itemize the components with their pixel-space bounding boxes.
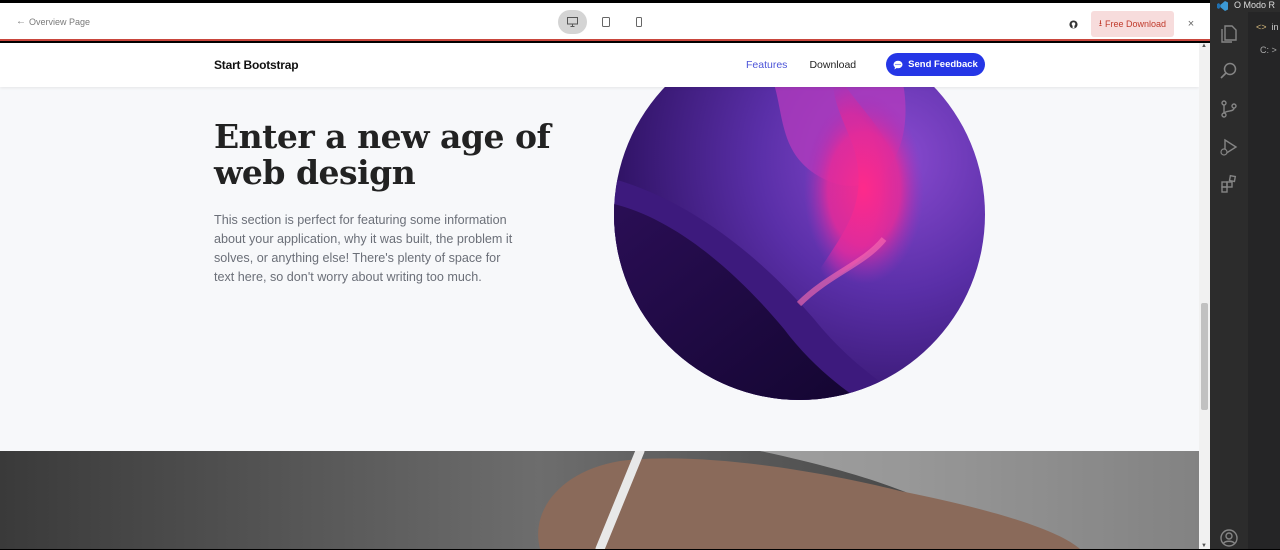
source-control-icon [1221, 100, 1237, 118]
photo-section [0, 451, 1199, 549]
website-preview: Start Bootstrap Features Download Send F… [0, 43, 1199, 549]
download-icon: ⭳ [1098, 18, 1102, 28]
site-brand[interactable]: Start Bootstrap [214, 58, 299, 72]
send-feedback-button[interactable]: Send Feedback [886, 53, 985, 76]
github-button[interactable] [1067, 17, 1081, 31]
extensions-button[interactable] [1217, 172, 1241, 196]
github-icon [1069, 19, 1078, 29]
vscode-title: O Modo R [1234, 0, 1276, 10]
editor-tab[interactable]: <> in [1256, 22, 1279, 32]
overview-page-link[interactable]: ← Overview Page [16, 16, 90, 27]
close-preview-button[interactable]: × [1184, 18, 1198, 30]
accounts-button[interactable] [1217, 526, 1241, 550]
account-icon [1220, 529, 1238, 547]
vscode-editor-panel [1248, 12, 1280, 549]
free-download-label: Free Download [1104, 19, 1166, 29]
arrow-left-icon: ← [16, 16, 26, 27]
search-button[interactable] [1217, 59, 1241, 83]
vscode-activity-bar [1210, 12, 1248, 549]
files-icon [1221, 25, 1237, 43]
preview-scrollbar[interactable]: ▲ ▼ [1199, 43, 1210, 549]
run-debug-icon [1220, 138, 1238, 156]
preview-toolbar: ← Overview Page ⭳ Free Download × [0, 3, 1210, 41]
extensions-icon [1221, 174, 1237, 193]
editor-tab-label: in [1271, 22, 1279, 32]
hero-title: Enter a new age of web design [214, 117, 551, 192]
overview-page-label: Overview Page [29, 16, 91, 27]
hero-circle-image [614, 43, 985, 400]
hero-text: This section is perfect for featuring so… [214, 213, 513, 284]
chat-icon [893, 60, 903, 69]
run-debug-button[interactable] [1217, 135, 1241, 159]
phone-icon [635, 17, 642, 27]
scroll-down-icon[interactable]: ▼ [1201, 543, 1207, 549]
vscode-logo-icon [1217, 1, 1228, 11]
desktop-icon [567, 17, 578, 27]
source-control-button[interactable] [1217, 97, 1241, 121]
editor-breadcrumb: C: > [1260, 45, 1277, 55]
tablet-view-button[interactable] [591, 10, 620, 34]
scrollbar-thumb[interactable] [1201, 303, 1208, 410]
phone-view-button[interactable] [624, 10, 653, 34]
site-navbar: Start Bootstrap Features Download Send F… [0, 43, 1199, 87]
close-icon: × [1187, 18, 1195, 30]
send-feedback-label: Send Feedback [908, 59, 978, 70]
search-icon [1220, 62, 1237, 79]
nav-link-features[interactable]: Features [746, 59, 787, 71]
nav-links: Features Download [746, 59, 856, 71]
desktop-view-button[interactable] [558, 10, 587, 34]
free-download-button[interactable]: ⭳ Free Download [1090, 11, 1174, 37]
device-switcher [558, 10, 653, 34]
scroll-up-icon[interactable]: ▲ [1201, 43, 1207, 49]
tablet-icon [601, 17, 610, 27]
explorer-button[interactable] [1217, 22, 1241, 46]
nav-link-download[interactable]: Download [809, 59, 856, 71]
toolbar-actions: ⭳ Free Download × [1067, 11, 1198, 37]
html-file-icon: <> [1256, 22, 1267, 32]
